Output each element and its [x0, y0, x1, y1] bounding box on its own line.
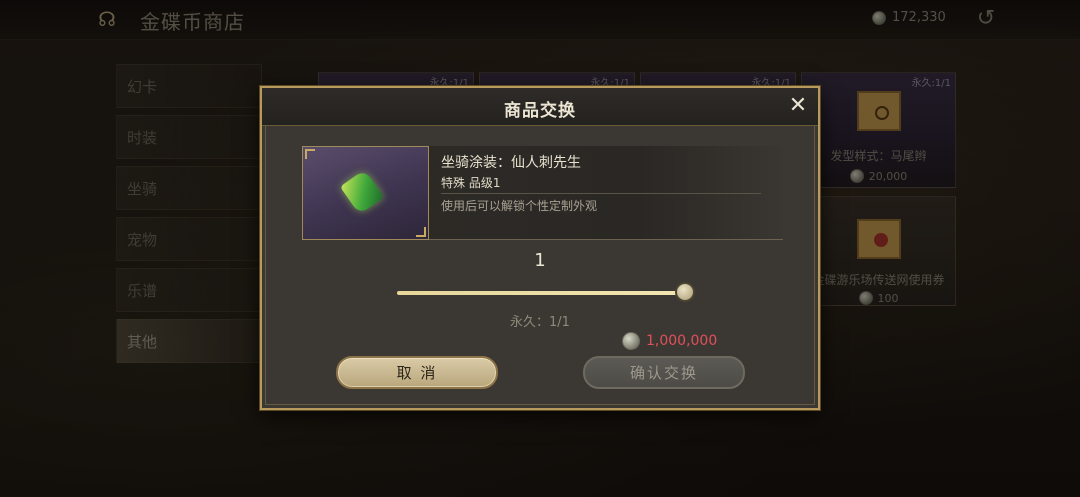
exchange-cost-value: 1,000,000	[646, 333, 718, 349]
item-description: 使用后可以解锁个性定制外观	[441, 199, 598, 213]
close-icon[interactable]: ✕	[786, 95, 810, 119]
cactus-item-icon	[339, 169, 385, 215]
coin-icon	[622, 332, 640, 350]
dialog-title: 商品交换	[504, 101, 576, 121]
dialog-header: 商品交换 ✕	[262, 88, 818, 126]
confirm-exchange-button[interactable]: 确认交换	[583, 356, 745, 389]
quantity-value: 1	[534, 250, 546, 271]
exchange-dialog: 商品交换 ✕ 坐骑涂装：仙人刺先生 特殊 品级1 使用后可以解锁个性定制外观 1…	[260, 86, 820, 410]
divider	[441, 193, 761, 194]
exchange-cost: 1,000,000	[622, 332, 717, 350]
cancel-button[interactable]: 取 消	[336, 356, 498, 389]
item-name: 坐骑涂装：仙人刺先生	[441, 155, 581, 171]
quantity-slider-handle[interactable]	[675, 282, 695, 302]
quantity-slider[interactable]	[397, 282, 695, 302]
purchase-limit: 永久：1/1	[510, 315, 570, 330]
item-thumbnail	[302, 146, 429, 240]
item-info-panel: 坐骑涂装：仙人刺先生 特殊 品级1 使用后可以解锁个性定制外观	[302, 146, 783, 240]
item-grade: 特殊 品级1	[441, 176, 501, 190]
quantity-slider-fill	[397, 291, 685, 295]
